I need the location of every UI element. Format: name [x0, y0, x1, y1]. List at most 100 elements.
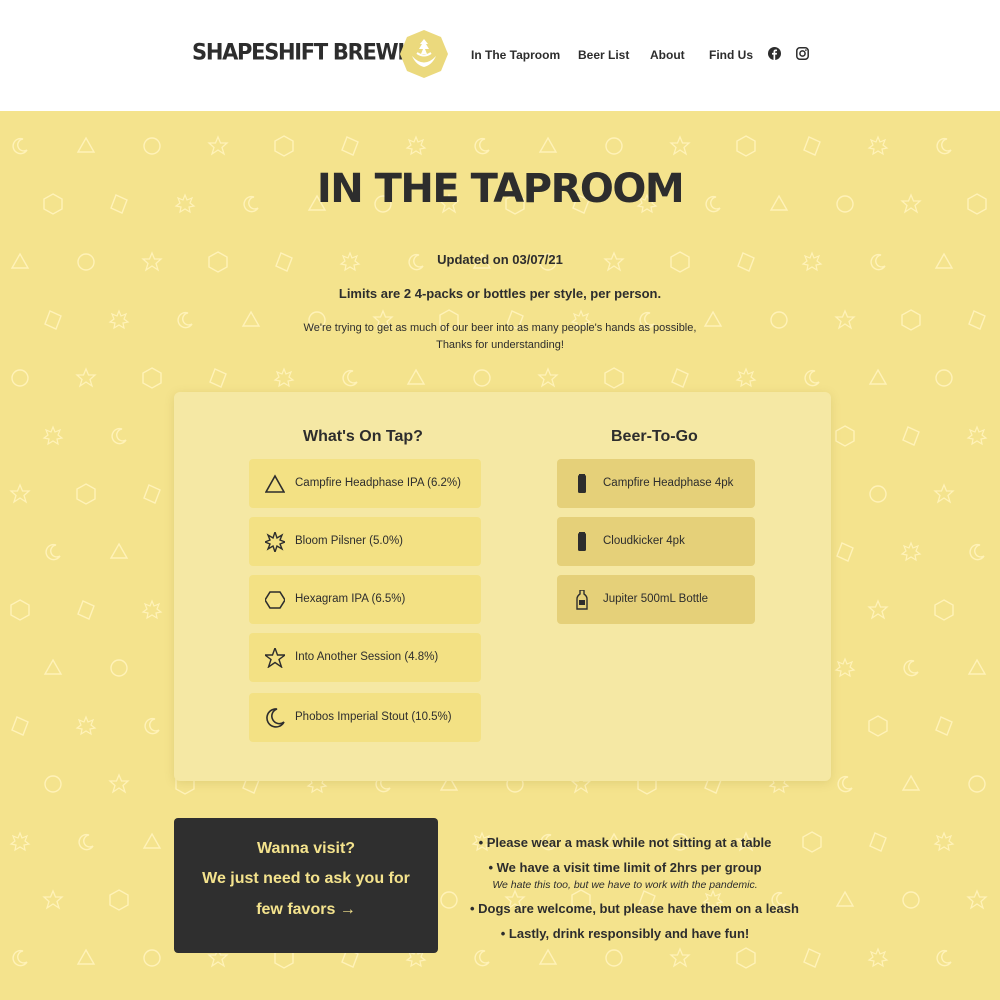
tap-item[interactable]: Campfire Headphase IPA (6.2%) [249, 459, 481, 508]
pattern-shape [868, 600, 888, 619]
nav-about[interactable]: About [650, 48, 685, 62]
pattern-shape [934, 832, 954, 851]
pattern-shape [671, 368, 689, 388]
instagram-icon[interactable] [796, 47, 809, 60]
to-go-heading: Beer-To-Go [611, 428, 698, 445]
facebook-icon[interactable] [768, 47, 781, 60]
starburst-icon [265, 532, 285, 552]
can-icon [578, 474, 586, 493]
nav-beer-list[interactable]: Beer List [578, 48, 629, 62]
pattern-shape [934, 599, 954, 621]
tap-item[interactable]: Into Another Session (4.8%) [249, 633, 481, 682]
pattern-shape [869, 485, 887, 503]
nav-find-us[interactable]: Find Us [709, 48, 753, 62]
purchase-limits: Limits are 2 4-packs or bottles per styl… [338, 286, 662, 301]
pattern-shape [605, 137, 623, 155]
pattern-shape [406, 136, 426, 155]
pattern-shape [76, 716, 96, 735]
hexagon-icon [265, 591, 285, 609]
to-go-item[interactable]: Cloudkicker 4pk [557, 517, 755, 566]
pattern-shape [902, 775, 920, 791]
rule-time-limit: • We have a visit time limit of 2hrs per… [488, 860, 762, 875]
pattern-shape [869, 369, 887, 385]
to-go-item-label: Campfire Headphase 4pk [603, 477, 734, 489]
to-go-item[interactable]: Jupiter 500mL Bottle [557, 575, 755, 624]
pattern-shape [604, 367, 624, 389]
star-icon [265, 648, 285, 668]
site-header: SHAPESHIFT BREWING In The Taproom Beer L… [0, 0, 1000, 111]
pattern-shape [936, 137, 952, 155]
pattern-shape [77, 137, 95, 153]
pattern-shape [78, 833, 94, 851]
pattern-shape [144, 717, 160, 735]
pattern-shape [736, 368, 756, 387]
page-title: IN THE TAPROOM [316, 166, 685, 212]
rule-lastly: • Lastly, drink responsibly and have fun… [500, 926, 750, 941]
moon-icon [266, 708, 285, 728]
pattern-shape [802, 831, 822, 853]
intro-note-line-2: Thanks for understanding! [436, 339, 564, 351]
pattern-shape [868, 948, 888, 967]
pattern-shape [76, 483, 96, 505]
intro-note: We're trying to get as much of our beer … [0, 320, 1000, 354]
pattern-shape [868, 715, 888, 737]
pattern-shape [968, 659, 986, 675]
pattern-shape [836, 891, 854, 907]
on-tap-heading: What's On Tap? [303, 428, 423, 445]
can-icon [578, 532, 586, 551]
to-go-item[interactable]: Campfire Headphase 4pk [557, 459, 755, 508]
pattern-shape [836, 542, 854, 562]
pattern-shape [967, 426, 987, 445]
pattern-shape [43, 426, 63, 445]
pattern-shape [143, 949, 161, 967]
pattern-shape [109, 889, 129, 911]
tap-item-label: Campfire Headphase IPA (6.2%) [295, 477, 461, 489]
pattern-shape [903, 659, 919, 677]
visit-line-1: Wanna visit? [256, 840, 356, 857]
pattern-shape [968, 775, 986, 793]
pattern-shape [967, 890, 987, 909]
pattern-shape [109, 774, 129, 793]
visit-favors-button[interactable]: Wanna visit? We just need to ask you for… [174, 818, 438, 953]
pattern-shape [10, 599, 30, 621]
pattern-shape [902, 891, 920, 909]
pattern-shape [868, 136, 888, 155]
pattern-shape [670, 948, 690, 967]
pattern-shape [10, 484, 30, 503]
to-go-item-label: Cloudkicker 4pk [603, 535, 685, 547]
nav-in-the-taproom[interactable]: In The Taproom [471, 48, 560, 62]
pattern-shape [341, 136, 359, 156]
pattern-shape [10, 832, 30, 851]
tap-item-label: Hexagram IPA (6.5%) [295, 593, 406, 605]
tap-item[interactable]: Phobos Imperial Stout (10.5%) [249, 693, 481, 742]
visit-line-3: few favors → [256, 901, 356, 918]
pattern-shape [407, 369, 425, 385]
pattern-shape [45, 543, 61, 561]
pattern-shape [670, 136, 690, 155]
tap-item[interactable]: Bloom Pilsner (5.0%) [249, 517, 481, 566]
pattern-shape [143, 137, 161, 155]
pattern-shape [274, 135, 294, 157]
pattern-shape [804, 369, 820, 387]
bottle-icon [576, 590, 588, 610]
pattern-shape [142, 600, 162, 619]
pattern-shape [44, 659, 62, 675]
pattern-shape [110, 543, 128, 559]
pattern-shape [12, 137, 28, 155]
pattern-shape [837, 775, 853, 793]
pattern-shape [143, 484, 161, 504]
intro-note-line-1: We're trying to get as much of our beer … [303, 322, 697, 334]
pattern-shape [342, 369, 358, 387]
pattern-shape [474, 949, 490, 967]
pattern-shape [110, 659, 128, 677]
pattern-shape [44, 775, 62, 793]
tap-item[interactable]: Hexagram IPA (6.5%) [249, 575, 481, 624]
pattern-shape [935, 369, 953, 387]
pattern-shape [835, 658, 855, 677]
pattern-shape [473, 369, 491, 387]
pattern-shape [474, 137, 490, 155]
pattern-shape [803, 948, 821, 968]
hop-logo-icon[interactable] [399, 29, 449, 79]
pattern-shape [935, 716, 953, 736]
pattern-shape [142, 367, 162, 389]
